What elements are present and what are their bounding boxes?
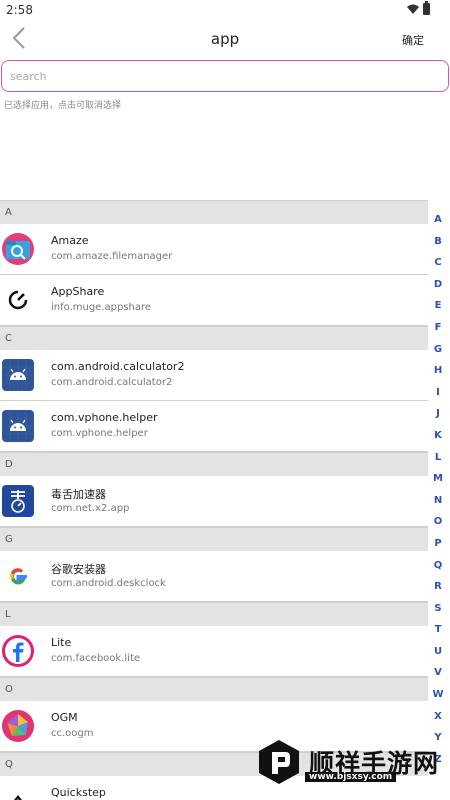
index-letter-s[interactable]: S xyxy=(426,598,450,620)
index-letter-w[interactable]: W xyxy=(426,684,450,706)
section-header-o: O xyxy=(0,677,428,701)
index-letter-o[interactable]: O xyxy=(426,511,450,533)
index-letter-d[interactable]: D xyxy=(426,274,450,296)
index-letter-p[interactable]: P xyxy=(426,533,450,555)
app-package: com.vphone.helper xyxy=(51,428,148,439)
app-package: cc.oogm xyxy=(51,728,94,739)
appshare-icon xyxy=(2,284,34,316)
index-letter-m[interactable]: M xyxy=(426,468,450,490)
app-name: Amaze xyxy=(51,234,89,247)
app-name: OGM xyxy=(51,711,78,724)
app-package: com.android.deskclock xyxy=(51,578,166,589)
app-package: com.android.calculator2 xyxy=(51,377,173,388)
wifi-icon xyxy=(407,4,419,14)
section-header-a: A xyxy=(0,200,428,224)
search-input[interactable] xyxy=(1,60,449,92)
app-list-item[interactable]: 谷歌安装器 com.android.deskclock xyxy=(0,551,428,602)
index-letter-u[interactable]: U xyxy=(426,641,450,663)
back-arrow-icon[interactable] xyxy=(8,24,32,52)
index-letter-a[interactable]: A xyxy=(426,209,450,231)
app-list-item[interactable]: com.android.calculator2 com.android.calcu… xyxy=(0,350,428,401)
app-name: Lite xyxy=(51,636,72,649)
index-letter-j[interactable]: J xyxy=(426,403,450,425)
index-letter-t[interactable]: T xyxy=(426,619,450,641)
ogm-icon xyxy=(2,710,34,742)
dushe-icon xyxy=(2,485,34,517)
app-list-item[interactable]: 毒舌加速器 com.net.x2.app xyxy=(0,476,428,527)
section-header-d: D xyxy=(0,452,428,476)
google-icon xyxy=(2,560,34,592)
index-letter-f[interactable]: F xyxy=(426,317,450,339)
index-letter-k[interactable]: K xyxy=(426,425,450,447)
app-list-item[interactable]: Amaze com.amaze.filemanager xyxy=(0,224,428,275)
app-name: AppShare xyxy=(51,285,105,298)
quickstep-icon xyxy=(2,785,34,800)
index-letter-g[interactable]: G xyxy=(426,339,450,361)
app-name: com.vphone.helper xyxy=(51,411,158,424)
app-name: com.android.calculator2 xyxy=(51,360,185,373)
app-package: com.amaze.filemanager xyxy=(51,251,173,262)
app-name: 毒舌加速器 xyxy=(51,488,106,501)
section-header-l: L xyxy=(0,602,428,626)
battery-icon xyxy=(423,1,430,15)
toolbar: app 确定 xyxy=(0,20,450,58)
watermark-logo-icon xyxy=(259,740,299,784)
watermark-url: www.bjsxsy.com xyxy=(305,772,397,782)
app-package: info.muge.appshare xyxy=(51,302,152,313)
app-name: Quickstep xyxy=(51,786,106,799)
app-package: com.net.x2.app xyxy=(51,503,130,514)
app-list-item[interactable]: Lite com.facebook.lite xyxy=(0,626,428,677)
index-letter-h[interactable]: H xyxy=(426,360,450,382)
index-letter-x[interactable]: X xyxy=(426,706,450,728)
index-letter-l[interactable]: L xyxy=(426,447,450,469)
app-list-item[interactable]: AppShare info.muge.appshare xyxy=(0,275,428,326)
status-icons xyxy=(407,1,430,15)
index-letter-i[interactable]: I xyxy=(426,382,450,404)
index-letter-e[interactable]: E xyxy=(426,295,450,317)
amaze-icon xyxy=(2,233,34,265)
status-time: 2:58 xyxy=(6,3,33,17)
section-header-g: G xyxy=(0,527,428,551)
index-letter-v[interactable]: V xyxy=(426,662,450,684)
index-letter-r[interactable]: R xyxy=(426,576,450,598)
index-letter-n[interactable]: N xyxy=(426,490,450,512)
android-icon xyxy=(2,359,34,391)
index-letter-b[interactable]: B xyxy=(426,231,450,253)
alphabet-index[interactable]: ABCDEFGHIJKLMNOPQRSTUVWXYZ xyxy=(426,209,450,770)
confirm-button[interactable]: 确定 xyxy=(402,32,424,48)
section-header-c: C xyxy=(0,326,428,350)
status-bar: 2:58 xyxy=(0,0,450,20)
app-name: 谷歌安装器 xyxy=(51,563,106,576)
index-letter-q[interactable]: Q xyxy=(426,555,450,577)
page-title: app xyxy=(210,30,240,48)
app-list-item[interactable]: com.vphone.helper com.vphone.helper xyxy=(0,401,428,452)
index-letter-c[interactable]: C xyxy=(426,252,450,274)
app-package: com.facebook.lite xyxy=(51,653,141,664)
selection-hint: 已选择应用，点击可取消选择 xyxy=(4,101,122,111)
android-icon xyxy=(2,410,34,442)
facebook-icon xyxy=(2,635,34,667)
watermark: 顺祥手游网 www.bjsxsy.com xyxy=(255,738,439,786)
app-list: A Amaze com.amaze.filemanager AppShare info.… xyxy=(0,200,428,800)
